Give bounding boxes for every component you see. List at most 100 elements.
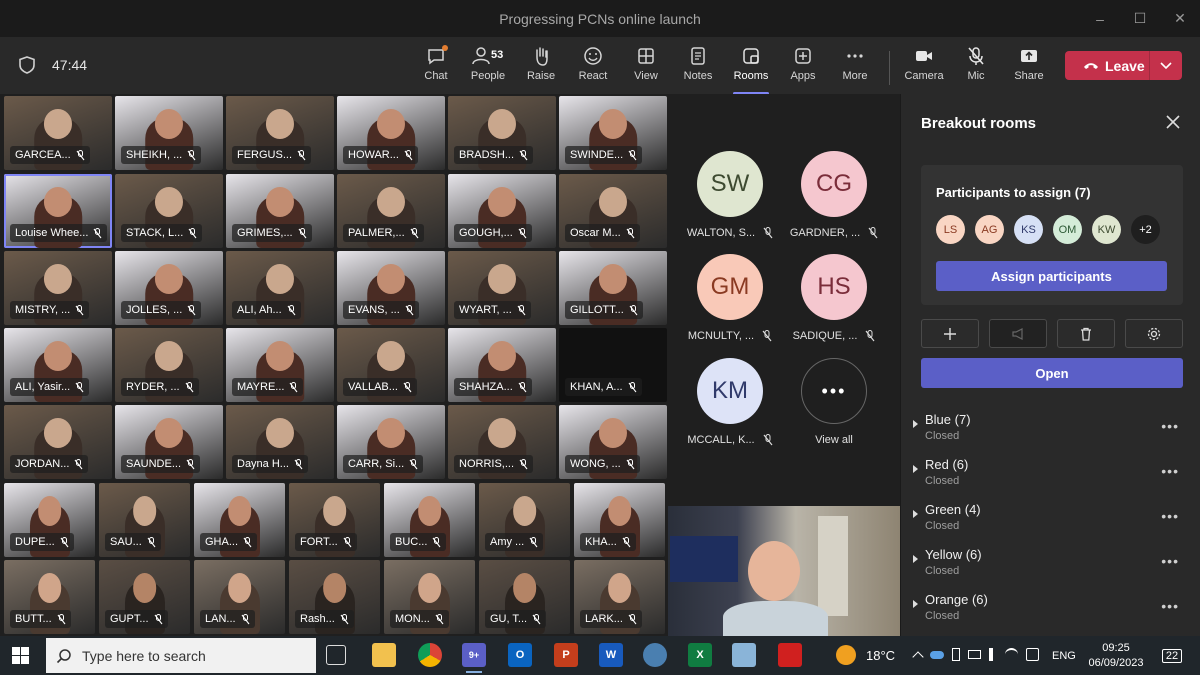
people-button[interactable]: 53 People — [462, 45, 514, 89]
participant-video-tile[interactable]: SWINDE... — [559, 96, 667, 170]
room-item[interactable]: Green (4) Closed ••• — [901, 494, 1200, 539]
participant-video-tile[interactable]: Dayna H... — [226, 405, 334, 479]
participant-video-tile[interactable]: FERGUS... — [226, 96, 334, 170]
participant-video-tile[interactable]: EVANS, ... — [337, 251, 445, 325]
participant-video-tile[interactable]: SAU... — [99, 483, 190, 557]
view-button[interactable]: View — [620, 45, 672, 89]
cloud-icon[interactable] — [930, 650, 944, 659]
mic-button[interactable]: Mic — [950, 45, 1002, 89]
taskbar-search[interactable]: Type here to search — [46, 638, 316, 673]
participant-video-tile[interactable]: MON... — [384, 560, 475, 634]
participant-video-tile[interactable]: BUTT... — [4, 560, 95, 634]
participant-chip[interactable]: KW — [1092, 215, 1121, 244]
participant-chip[interactable]: OM — [1053, 215, 1082, 244]
avatar-tile[interactable]: HS SADIQUE, ... — [782, 254, 886, 342]
participant-video-tile[interactable]: KHAN, A... — [559, 328, 667, 402]
participant-video-tile[interactable]: RYDER, ... — [115, 328, 223, 402]
more-button[interactable]: More — [829, 45, 881, 89]
participant-video-tile[interactable]: LARK... — [574, 560, 665, 634]
participant-video-tile[interactable]: Amy ... — [479, 483, 570, 557]
rooms-button[interactable]: Rooms — [725, 45, 777, 95]
participant-video-tile[interactable]: JORDAN... — [4, 405, 112, 479]
speaker-icon[interactable] — [989, 648, 997, 661]
avatar-tile[interactable]: GM MCNULTY, ... — [678, 254, 782, 342]
delete-room-button[interactable] — [1057, 319, 1115, 348]
wifi-icon[interactable] — [1005, 648, 1018, 661]
participant-video-tile[interactable]: LAN... — [194, 560, 285, 634]
participant-chip[interactable]: LS — [936, 215, 965, 244]
participant-video-tile[interactable]: Louise Whee... — [4, 174, 112, 248]
maximize-button[interactable]: ☐ — [1120, 0, 1160, 37]
notepad-icon[interactable] — [732, 643, 756, 667]
participant-video-tile[interactable]: BRADSH... — [448, 96, 556, 170]
language-indicator[interactable]: ENG — [1052, 650, 1076, 662]
raise-hand-button[interactable]: Raise — [515, 45, 567, 89]
windows-start-icon[interactable] — [12, 647, 29, 664]
excel-icon[interactable]: X — [688, 643, 712, 667]
outlook-icon[interactable]: O — [508, 643, 532, 667]
participant-video-tile[interactable]: MISTRY, ... — [4, 251, 112, 325]
task-view-icon[interactable] — [326, 645, 346, 665]
participant-video-tile[interactable]: HOWAR... — [337, 96, 445, 170]
room-more-button[interactable]: ••• — [1161, 508, 1179, 524]
participant-video-tile[interactable]: Oscar M... — [559, 174, 667, 248]
powerpoint-icon[interactable]: P — [554, 643, 578, 667]
room-item[interactable]: Orange (6) Closed ••• — [901, 584, 1200, 629]
room-settings-button[interactable] — [1125, 319, 1183, 348]
close-window-button[interactable]: ✕ — [1160, 0, 1200, 37]
participant-video-tile[interactable]: WYART, ... — [448, 251, 556, 325]
participant-video-tile[interactable]: MAYRE... — [226, 328, 334, 402]
snipping-tool-icon[interactable] — [643, 643, 667, 667]
view-all-button[interactable]: ••• View all — [782, 358, 886, 446]
chat-button[interactable]: Chat — [410, 45, 462, 89]
avatar-tile[interactable]: CG GARDNER, ... — [782, 151, 886, 239]
participant-video-tile[interactable]: ALI, Yasir... — [4, 328, 112, 402]
participant-video-tile[interactable]: GHA... — [194, 483, 285, 557]
room-more-button[interactable]: ••• — [1161, 463, 1179, 479]
participant-video-tile[interactable]: SHAHZA... — [448, 328, 556, 402]
apps-button[interactable]: Apps — [777, 45, 829, 89]
participant-video-tile[interactable]: GARCEA... — [4, 96, 112, 170]
participant-video-tile[interactable]: CARR, Si... — [337, 405, 445, 479]
participant-video-tile[interactable]: JOLLES, ... — [115, 251, 223, 325]
share-button[interactable]: Share — [1003, 45, 1055, 89]
room-item[interactable]: Red (6) Closed ••• — [901, 449, 1200, 494]
notification-center-button[interactable]: 22 — [1160, 646, 1184, 666]
participant-video-tile[interactable]: GU, T... — [479, 560, 570, 634]
room-more-button[interactable]: ••• — [1161, 418, 1179, 434]
close-icon[interactable] — [1164, 113, 1182, 131]
room-more-button[interactable]: ••• — [1161, 598, 1179, 614]
participant-video-tile[interactable]: STACK, L... — [115, 174, 223, 248]
weather-widget[interactable]: 18°C — [836, 645, 895, 665]
add-room-button[interactable] — [921, 319, 979, 348]
participant-video-tile[interactable]: GUPT... — [99, 560, 190, 634]
file-explorer-icon[interactable] — [372, 643, 396, 667]
participant-video-tile[interactable]: BUC... — [384, 483, 475, 557]
participant-video-tile[interactable]: KHA... — [574, 483, 665, 557]
acrobat-icon[interactable] — [778, 643, 802, 667]
network-icon[interactable] — [1026, 648, 1039, 661]
participant-video-tile[interactable]: GRIMES,... — [226, 174, 334, 248]
word-icon[interactable]: W — [599, 643, 623, 667]
participant-video-tile[interactable]: NORRIS,... — [448, 405, 556, 479]
participant-chip[interactable]: +2 — [1131, 215, 1160, 244]
room-more-button[interactable]: ••• — [1161, 553, 1179, 569]
notes-button[interactable]: Notes — [672, 45, 724, 89]
battery-icon[interactable] — [968, 650, 981, 659]
open-rooms-button[interactable]: Open — [921, 358, 1183, 388]
participant-video-tile[interactable]: GILLOTT... — [559, 251, 667, 325]
participant-chip[interactable]: AG — [975, 215, 1004, 244]
participant-video-tile[interactable]: ALI, Ah... — [226, 251, 334, 325]
participant-chip[interactable]: KS — [1014, 215, 1043, 244]
participant-video-tile[interactable]: GOUGH,... — [448, 174, 556, 248]
room-item[interactable]: Yellow (6) Closed ••• — [901, 539, 1200, 584]
participant-video-tile[interactable]: PALMER,... — [337, 174, 445, 248]
participant-video-tile[interactable]: SAUNDE... — [115, 405, 223, 479]
chrome-icon[interactable] — [418, 643, 442, 667]
assign-participants-button[interactable]: Assign participants — [936, 261, 1167, 291]
leave-button[interactable]: Leave — [1065, 51, 1182, 80]
chevron-up-icon[interactable] — [912, 650, 924, 663]
room-item[interactable]: Blue (7) Closed ••• — [901, 404, 1200, 449]
avatar-tile[interactable]: KM MCCALL, K... — [678, 358, 782, 446]
participant-video-tile[interactable]: Rash... — [289, 560, 380, 634]
